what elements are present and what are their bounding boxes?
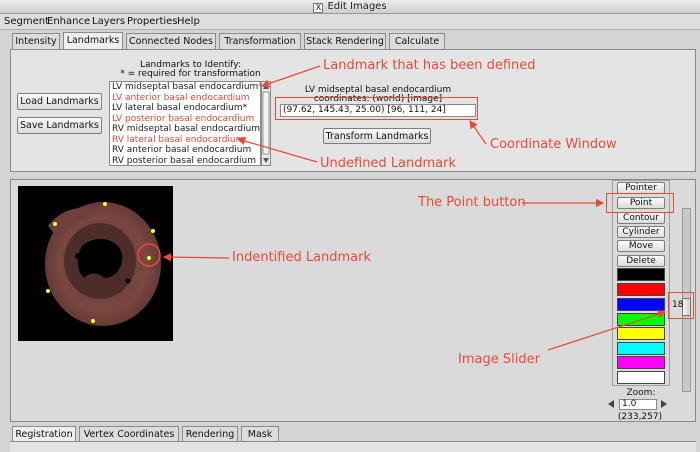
annotation-arrows	[162, 65, 667, 351]
tab-vertex-coordinates[interactable]: Vertex Coordinates	[79, 426, 179, 442]
tab-registration[interactable]: Registration	[12, 426, 76, 442]
bottom-panel	[10, 441, 696, 452]
tab-mask[interactable]: Mask	[241, 426, 279, 442]
tab-rendering[interactable]: Rendering	[182, 426, 238, 442]
